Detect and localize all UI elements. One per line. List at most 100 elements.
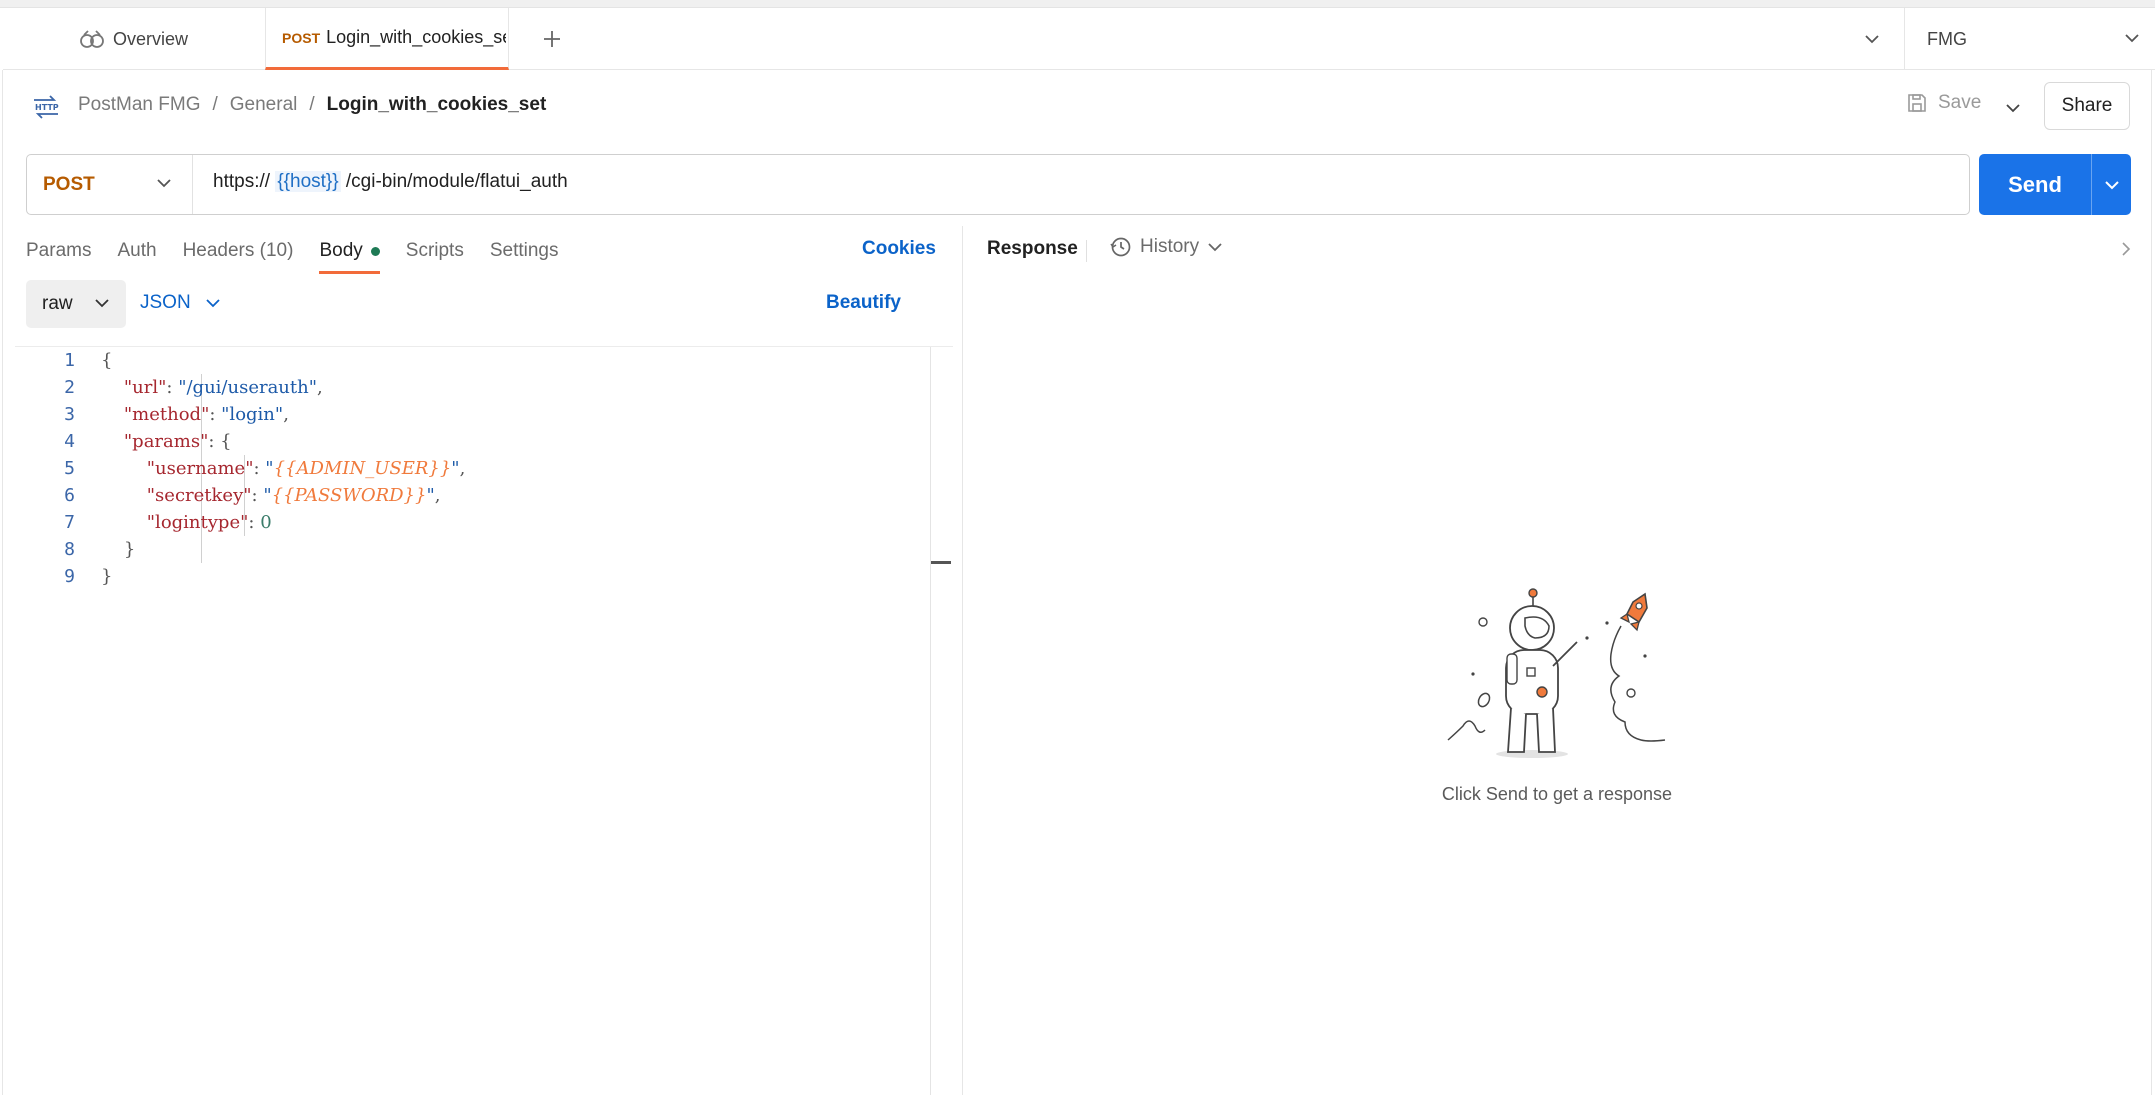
- breadcrumb: PostMan FMG / General / Login_with_cooki…: [78, 94, 546, 116]
- body-language-label: JSON: [140, 292, 191, 313]
- code-token: : {: [208, 431, 232, 452]
- tab-auth[interactable]: Auth: [117, 228, 156, 274]
- empty-response-message: Click Send to get a response: [1441, 784, 1673, 804]
- tab-overflow-button[interactable]: [1857, 26, 1887, 52]
- share-button[interactable]: Share: [2044, 82, 2130, 130]
- tab-overview[interactable]: Overview: [79, 8, 265, 70]
- tab-body-label: Body: [319, 240, 363, 261]
- code-token: "url": [123, 377, 167, 398]
- beautify-button[interactable]: Beautify: [826, 292, 901, 314]
- svg-text:HTTP: HTTP: [35, 103, 59, 112]
- code-editor[interactable]: 1 2 3 4 5 6 7 8 9 { "url": "/gui/userauth", "met…: [15, 346, 953, 1095]
- tab-headers[interactable]: Headers (10): [183, 228, 294, 274]
- code-content[interactable]: { "url": "/gui/userauth", "method": "log…: [101, 347, 921, 590]
- code-token: :: [253, 458, 266, 479]
- code-token: :: [248, 512, 261, 533]
- save-button[interactable]: Save: [1906, 92, 1981, 114]
- code-token: "/gui/userauth": [178, 377, 317, 398]
- code-token: 0: [260, 512, 272, 533]
- cookies-link[interactable]: Cookies: [862, 238, 936, 260]
- code-token: ": [426, 485, 435, 506]
- breadcrumb-collection[interactable]: PostMan FMG: [78, 94, 200, 116]
- line-number: 2: [64, 377, 75, 398]
- code-token: :: [209, 404, 222, 425]
- code-token: }: [123, 539, 136, 560]
- history-label: History: [1140, 236, 1200, 257]
- code-line: }: [101, 536, 921, 563]
- code-token: :: [251, 485, 264, 506]
- line-number: 5: [64, 458, 75, 479]
- url-variable-host[interactable]: {{host}}: [275, 171, 341, 192]
- code-line: "secretkey": "{{PASSWORD}}",: [101, 482, 921, 509]
- save-label: Save: [1938, 92, 1982, 113]
- environment-label: FMG: [1927, 28, 1967, 49]
- tab-overview-label: Overview: [113, 28, 189, 49]
- overview-icon: [80, 30, 104, 48]
- method-selector[interactable]: POST: [27, 155, 193, 214]
- tab-scripts-label: Scripts: [405, 240, 464, 261]
- line-number: 4: [64, 431, 75, 452]
- url-input[interactable]: https:// {{host}} /cgi-bin/module/flatui…: [213, 171, 568, 193]
- code-line: "username": "{{ADMIN_USER}}",: [101, 455, 921, 482]
- code-token: ,: [459, 458, 466, 479]
- code-token: "logintype": [146, 512, 249, 533]
- body-mode-label: raw: [42, 293, 73, 314]
- chevron-right-icon: [2122, 242, 2131, 256]
- code-token: ,: [283, 404, 289, 425]
- body-modified-dot: [370, 246, 380, 256]
- code-token: ,: [434, 485, 441, 506]
- code-token: "username": [146, 458, 254, 479]
- send-button[interactable]: Send: [1979, 154, 2091, 215]
- code-line: "params": {: [101, 428, 921, 455]
- scrollbar-cursor-marker: [931, 561, 951, 564]
- line-number: 9: [64, 566, 75, 587]
- code-line: "logintype": 0: [101, 509, 921, 536]
- url-path: /cgi-bin/module/flatui_auth: [345, 171, 568, 192]
- chevron-down-icon: [2104, 180, 2119, 189]
- plus-icon: [544, 31, 560, 47]
- chevron-down-icon: [95, 299, 109, 308]
- tab-login-with-cookies[interactable]: POST Login_with_cookies_se: [265, 8, 509, 70]
- new-tab-button[interactable]: [537, 24, 567, 54]
- code-token: :: [166, 377, 179, 398]
- history-dropdown[interactable]: History: [1110, 236, 1223, 258]
- code-token: {: [101, 350, 113, 371]
- environment-selector[interactable]: FMG: [1904, 8, 2154, 70]
- line-number: 1: [64, 350, 75, 371]
- tab-body[interactable]: Body: [319, 228, 381, 274]
- tab-settings[interactable]: Settings: [490, 228, 559, 274]
- collapse-response-button[interactable]: [2120, 240, 2132, 263]
- tab-scripts[interactable]: Scripts: [406, 228, 464, 274]
- body-mode-selector[interactable]: raw: [26, 280, 126, 328]
- breadcrumb-request-name[interactable]: Login_with_cookies_set: [327, 94, 547, 116]
- tab-params[interactable]: Params: [26, 228, 91, 274]
- save-icon: [1908, 94, 1926, 112]
- astronaut-rocket-illustration: [1447, 588, 1666, 758]
- code-token: "params": [123, 431, 209, 452]
- code-token: ": [263, 485, 272, 506]
- code-line: "method": "login",: [101, 401, 921, 428]
- url-prefix: https://: [213, 171, 271, 192]
- chevron-down-icon: [2006, 104, 2020, 113]
- tab-auth-label: Auth: [117, 240, 157, 261]
- chevron-down-icon: [1208, 243, 1222, 252]
- line-number: 7: [64, 512, 75, 533]
- url-bar: POST https:// {{host}} /cgi-bin/module/f…: [26, 154, 1970, 215]
- save-options-button[interactable]: [1996, 94, 2030, 122]
- history-icon: [1110, 237, 1131, 257]
- tab-method-badge: POST: [282, 29, 321, 46]
- body-language-selector[interactable]: JSON: [140, 292, 221, 314]
- tab-bar: Overview POST Login_with_cookies_se FMG: [3, 8, 2155, 70]
- tab-params-label: Params: [26, 240, 92, 261]
- pane-divider[interactable]: [962, 226, 963, 1095]
- chevron-down-icon: [2125, 34, 2139, 43]
- breadcrumb-folder[interactable]: General: [230, 94, 298, 116]
- editor-scrollbar[interactable]: [930, 347, 953, 1095]
- right-border: [2151, 70, 2152, 1095]
- http-request-icon: HTTP: [34, 95, 59, 119]
- code-token: }: [101, 566, 113, 587]
- window-top-strip: [0, 0, 2155, 8]
- send-options-button[interactable]: [2091, 154, 2131, 215]
- code-token: ": [265, 458, 274, 479]
- code-token: ": [451, 458, 460, 479]
